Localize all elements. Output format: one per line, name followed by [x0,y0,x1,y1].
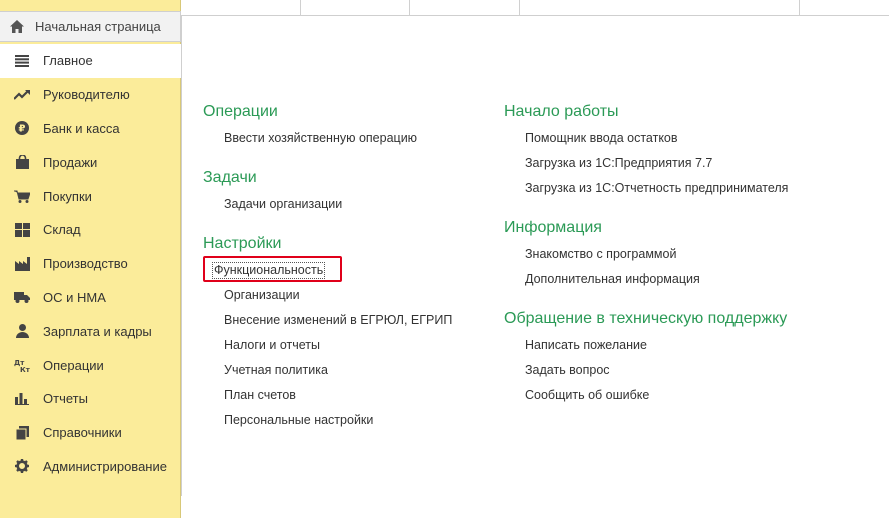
link-import-1c-entrepreneur[interactable]: Загрузка из 1С:Отчетность предпринимател… [504,176,884,201]
link-import-1c77[interactable]: Загрузка из 1С:Предприятия 7.7 [504,151,884,176]
warehouse-grid-icon [12,221,32,239]
dt-kt-icon: Дт Кт [12,356,32,374]
sidebar-item-manager[interactable]: Руководителю [0,78,181,112]
books-icon [12,424,32,442]
sidebar-item-label: Руководителю [43,87,130,103]
sidebar-item-fixed-assets[interactable]: ОС и НМА [0,281,181,315]
link-program-intro[interactable]: Знакомство с программой [504,242,884,267]
gear-icon [12,457,32,475]
sidebar: Начальная страница Главное Руководителю … [0,0,181,518]
home-page-label: Начальная страница [35,19,161,34]
sidebar-item-label: Склад [43,222,81,238]
section-nav: Главное Руководителю ₽ Банк и касса Прод… [0,44,181,483]
link-chart-of-accounts[interactable]: План счетов [203,383,493,408]
sidebar-item-label: Администрирование [43,458,167,474]
content-column-right: Начало работы Помощник ввода остатков За… [504,102,884,408]
tab-separator [799,0,800,16]
shopping-bag-icon [12,153,32,171]
truck-icon [12,288,32,306]
sidebar-item-warehouse[interactable]: Склад [0,213,181,247]
tab-separator [409,0,410,16]
sidebar-item-label: Зарплата и кадры [43,323,152,339]
tab-separator [300,0,301,16]
link-functionality[interactable]: Функциональность [212,262,326,279]
section-title-getting-started: Начало работы [504,103,619,120]
link-ask-question[interactable]: Задать вопрос [504,358,884,383]
sidebar-item-label: Продажи [43,154,98,170]
sidebar-item-label: Операции [43,357,104,373]
sidebar-item-purchases[interactable]: Покупки [0,179,181,213]
sidebar-item-main[interactable]: Главное [0,44,181,78]
menu-lines-icon [12,52,32,70]
section-title-information: Информация [504,219,602,236]
section-title-settings: Настройки [203,235,282,252]
home-icon [8,18,26,36]
sidebar-item-label: Производство [43,256,128,272]
link-additional-info[interactable]: Дополнительная информация [504,267,884,292]
content-left-border [181,16,182,496]
link-personal-settings[interactable]: Персональные настройки [203,408,493,433]
tab-strip [181,0,889,16]
section-title-support: Обращение в техническую поддержку [504,310,788,327]
link-enter-operation[interactable]: Ввести хозяйственную операцию [203,126,493,151]
ruble-coin-icon: ₽ [12,119,32,137]
sidebar-item-administration[interactable]: Администрирование [0,450,181,484]
sidebar-item-production[interactable]: Производство [0,247,181,281]
tab-separator [519,0,520,16]
sidebar-item-label: Главное [43,53,93,69]
sidebar-item-salary[interactable]: Зарплата и кадры [0,314,181,348]
section-title-operations: Операции [203,103,278,120]
sidebar-item-label: Справочники [43,425,122,441]
sidebar-item-sales[interactable]: Продажи [0,145,181,179]
link-organization-tasks[interactable]: Задачи организации [203,192,493,217]
sidebar-item-label: Банк и касса [43,120,120,136]
sidebar-item-bank[interactable]: ₽ Банк и касса [0,112,181,146]
sidebar-item-operations[interactable]: Дт Кт Операции [0,348,181,382]
sidebar-item-reports[interactable]: Отчеты [0,382,181,416]
highlighted-row: Функциональность [203,256,493,283]
link-write-suggestion[interactable]: Написать пожелание [504,333,884,358]
home-page-tab[interactable]: Начальная страница [0,11,181,42]
sidebar-item-label: Покупки [43,188,92,204]
link-accounting-policy[interactable]: Учетная политика [203,358,493,383]
content-column-left: Операции Ввести хозяйственную операцию З… [203,102,493,433]
bar-chart-icon [12,390,32,408]
sidebar-item-label: ОС и НМА [43,289,106,305]
svg-text:₽: ₽ [19,124,26,135]
section-title-tasks: Задачи [203,169,257,186]
sidebar-item-label: Отчеты [43,391,88,407]
link-report-bug[interactable]: Сообщить об ошибке [504,383,884,408]
cart-icon [12,187,32,205]
factory-icon [12,255,32,273]
person-icon [12,322,32,340]
svg-text:Кт: Кт [20,366,30,372]
link-egrul-changes[interactable]: Внесение изменений в ЕГРЮЛ, ЕГРИП [203,308,493,333]
trend-up-icon [12,86,32,104]
link-taxes-reports[interactable]: Налоги и отчеты [203,333,493,358]
link-organizations[interactable]: Организации [203,283,493,308]
sidebar-item-directories[interactable]: Справочники [0,416,181,450]
link-balance-wizard[interactable]: Помощник ввода остатков [504,126,884,151]
